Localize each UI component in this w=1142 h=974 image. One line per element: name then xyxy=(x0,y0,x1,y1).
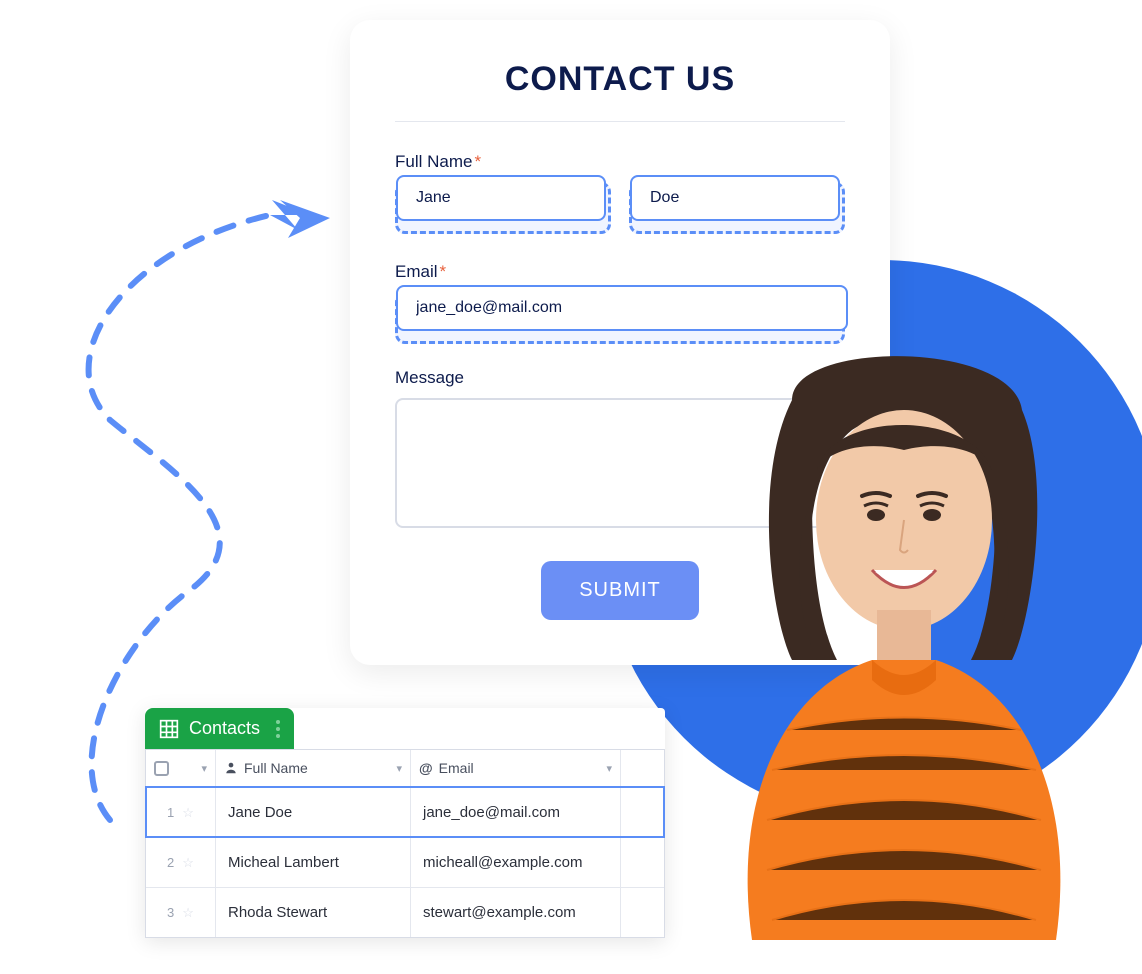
row-email[interactable]: stewart@example.com xyxy=(411,888,621,937)
row-email[interactable]: jane_doe@mail.com xyxy=(411,788,621,837)
chevron-down-icon[interactable]: ▾ xyxy=(396,762,402,775)
chevron-down-icon[interactable]: ▾ xyxy=(201,762,207,775)
first-name-highlight xyxy=(395,182,611,234)
table-row[interactable]: 1☆Jane Doejane_doe@mail.com xyxy=(146,787,664,837)
star-icon[interactable]: ☆ xyxy=(182,805,194,821)
row-full-name[interactable]: Micheal Lambert xyxy=(216,838,411,887)
full-name-label: Full Name* xyxy=(395,152,845,172)
column-header-full-name[interactable]: Full Name ▾ xyxy=(216,750,411,786)
chevron-down-icon[interactable]: ▾ xyxy=(606,762,612,775)
select-all-cell[interactable]: ▾ xyxy=(146,750,216,786)
sheet-tab-label: Contacts xyxy=(189,718,260,739)
row-index-cell: 3☆ xyxy=(146,888,216,937)
row-email[interactable]: micheall@example.com xyxy=(411,838,621,887)
column-header-email[interactable]: @ Email ▾ xyxy=(411,750,621,786)
star-icon[interactable]: ☆ xyxy=(182,905,194,921)
star-icon[interactable]: ☆ xyxy=(182,855,194,871)
contacts-sheet: Contacts ▾ Full Name ▾ @ Email ▾ 1☆Jane … xyxy=(145,708,665,938)
person-icon xyxy=(224,761,238,775)
required-indicator: * xyxy=(474,152,481,171)
required-indicator: * xyxy=(440,262,447,281)
row-index-cell: 2☆ xyxy=(146,838,216,887)
person-photo xyxy=(672,320,1132,940)
row-full-name[interactable]: Rhoda Stewart xyxy=(216,888,411,937)
email-label: Email* xyxy=(395,262,845,282)
at-icon: @ xyxy=(419,760,433,776)
sheet-header-row: ▾ Full Name ▾ @ Email ▾ xyxy=(145,749,665,787)
sheet-tab[interactable]: Contacts xyxy=(145,708,294,749)
form-title: CONTACT US xyxy=(395,60,845,122)
grid-icon xyxy=(159,719,179,739)
row-index-cell: 1☆ xyxy=(146,788,216,837)
row-full-name[interactable]: Jane Doe xyxy=(216,788,411,837)
first-name-input[interactable] xyxy=(396,175,606,221)
kebab-menu-icon[interactable] xyxy=(276,720,280,738)
last-name-input[interactable] xyxy=(630,175,840,221)
last-name-highlight xyxy=(629,182,845,234)
table-row[interactable]: 2☆Micheal Lambertmicheall@example.com xyxy=(146,837,664,887)
table-row[interactable]: 3☆Rhoda Stewartstewart@example.com xyxy=(146,887,664,937)
checkbox-icon[interactable] xyxy=(154,761,169,776)
